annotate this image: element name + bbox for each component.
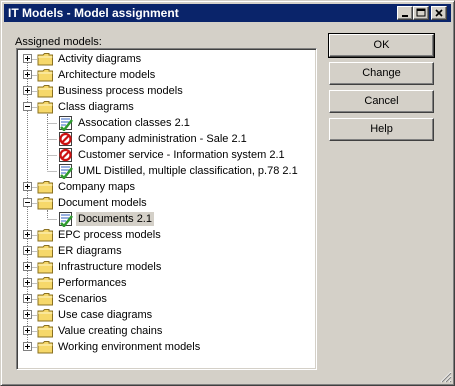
- folder-icon: [37, 51, 55, 67]
- folder-icon: [37, 195, 55, 211]
- tree-item-label: Business process models: [58, 85, 183, 97]
- tree-model-row[interactable]: Customer service - Information system 2.…: [17, 147, 314, 163]
- tree-item-label: Assocation classes 2.1: [78, 117, 190, 129]
- tree-folder-row[interactable]: Architecture models: [17, 67, 314, 83]
- tree-item-label: Architecture models: [58, 69, 156, 81]
- tree-item-label: Company administration - Sale 2.1: [78, 133, 247, 145]
- tree-item-label: Use case diagrams: [58, 309, 153, 321]
- expand-plus-icon[interactable]: [23, 246, 32, 255]
- tree-item-label: UML Distilled, multiple classification, …: [78, 165, 298, 177]
- tree-item-label: Class diagrams: [58, 101, 134, 113]
- folder-icon: [37, 307, 55, 323]
- folder-icon: [37, 99, 55, 115]
- expand-plus-icon[interactable]: [23, 230, 32, 239]
- folder-icon: [37, 67, 55, 83]
- tree-item-label: Value creating chains: [58, 325, 163, 337]
- model-forbidden-icon: [57, 131, 75, 147]
- tree-item-label: Infrastructure models: [58, 261, 162, 273]
- help-button[interactable]: Help: [329, 118, 434, 141]
- model-tree[interactable]: Activity diagrams Architecture models Busi…: [16, 48, 317, 370]
- tree-model-row[interactable]: Assocation classes 2.1: [17, 115, 314, 131]
- tree-folder-row[interactable]: Activity diagrams: [17, 51, 314, 67]
- close-icon: [435, 9, 443, 17]
- folder-icon: [37, 179, 55, 195]
- expand-plus-icon[interactable]: [23, 278, 32, 287]
- close-button[interactable]: [431, 6, 447, 20]
- tree-folder-row[interactable]: ER diagrams: [17, 243, 314, 259]
- folder-icon: [37, 291, 55, 307]
- tree-folder-row[interactable]: Scenarios: [17, 291, 314, 307]
- tree-item-label: Customer service - Information system 2.…: [78, 149, 285, 161]
- tree-folder-row[interactable]: Performances: [17, 275, 314, 291]
- maximize-button[interactable]: [413, 6, 429, 20]
- model-check-icon: [57, 211, 75, 227]
- tree-folder-row[interactable]: Business process models: [17, 83, 314, 99]
- folder-icon: [37, 339, 55, 355]
- expand-plus-icon[interactable]: [23, 310, 32, 319]
- tree-folder-row[interactable]: Working environment models: [17, 339, 314, 355]
- expand-plus-icon[interactable]: [23, 86, 32, 95]
- tree-folder-row[interactable]: Class diagrams: [17, 99, 314, 115]
- tree-item-label: Activity diagrams: [58, 53, 142, 65]
- tree-model-row[interactable]: UML Distilled, multiple classification, …: [17, 163, 314, 179]
- folder-icon: [37, 243, 55, 259]
- tree-item-label: Company maps: [58, 181, 136, 193]
- model-forbidden-icon: [57, 147, 75, 163]
- tree-folder-row[interactable]: Document models: [17, 195, 314, 211]
- tree-item-label: Working environment models: [58, 341, 201, 353]
- folder-icon: [37, 83, 55, 99]
- minimize-button[interactable]: [397, 6, 413, 20]
- maximize-icon: [416, 8, 426, 17]
- expand-plus-icon[interactable]: [23, 326, 32, 335]
- tree-item-label: Documents 2.1: [76, 212, 154, 226]
- model-check-icon: [57, 115, 75, 131]
- tree-item-label: EPC process models: [58, 229, 161, 241]
- model-check-icon: [57, 163, 75, 179]
- expand-plus-icon[interactable]: [23, 70, 32, 79]
- expand-plus-icon[interactable]: [23, 54, 32, 63]
- cancel-button[interactable]: Cancel: [329, 90, 434, 113]
- assigned-models-label: Assigned models:: [15, 36, 102, 48]
- folder-icon: [37, 227, 55, 243]
- tree-folder-row[interactable]: Use case diagrams: [17, 307, 314, 323]
- expand-plus-icon[interactable]: [23, 342, 32, 351]
- tree-item-label: Scenarios: [58, 293, 107, 305]
- tree-folder-row[interactable]: EPC process models: [17, 227, 314, 243]
- tree-item-label: Document models: [58, 197, 147, 209]
- resize-grip-icon[interactable]: [440, 371, 452, 383]
- folder-icon: [37, 259, 55, 275]
- expand-plus-icon[interactable]: [23, 182, 32, 191]
- tree-folder-row[interactable]: Company maps: [17, 179, 314, 195]
- minimize-icon: [402, 15, 408, 17]
- tree-item-label: Performances: [58, 277, 127, 289]
- folder-icon: [37, 323, 55, 339]
- folder-icon: [37, 275, 55, 291]
- expand-plus-icon[interactable]: [23, 294, 32, 303]
- title-bar[interactable]: IT Models - Model assignment: [4, 4, 451, 22]
- tree-item-label: ER diagrams: [58, 245, 122, 257]
- window-title: IT Models - Model assignment: [8, 6, 179, 20]
- tree-folder-row[interactable]: Infrastructure models: [17, 259, 314, 275]
- change-button[interactable]: Change: [329, 62, 434, 85]
- tree-folder-row[interactable]: Value creating chains: [17, 323, 314, 339]
- expand-plus-icon[interactable]: [23, 262, 32, 271]
- tree-model-row[interactable]: Company administration - Sale 2.1: [17, 131, 314, 147]
- tree-model-row[interactable]: Documents 2.1: [17, 211, 314, 227]
- ok-button[interactable]: OK: [328, 33, 435, 58]
- collapse-minus-icon[interactable]: [23, 102, 32, 111]
- collapse-minus-icon[interactable]: [23, 198, 32, 207]
- dialog-window: IT Models - Model assignment Assigned mo…: [0, 0, 455, 386]
